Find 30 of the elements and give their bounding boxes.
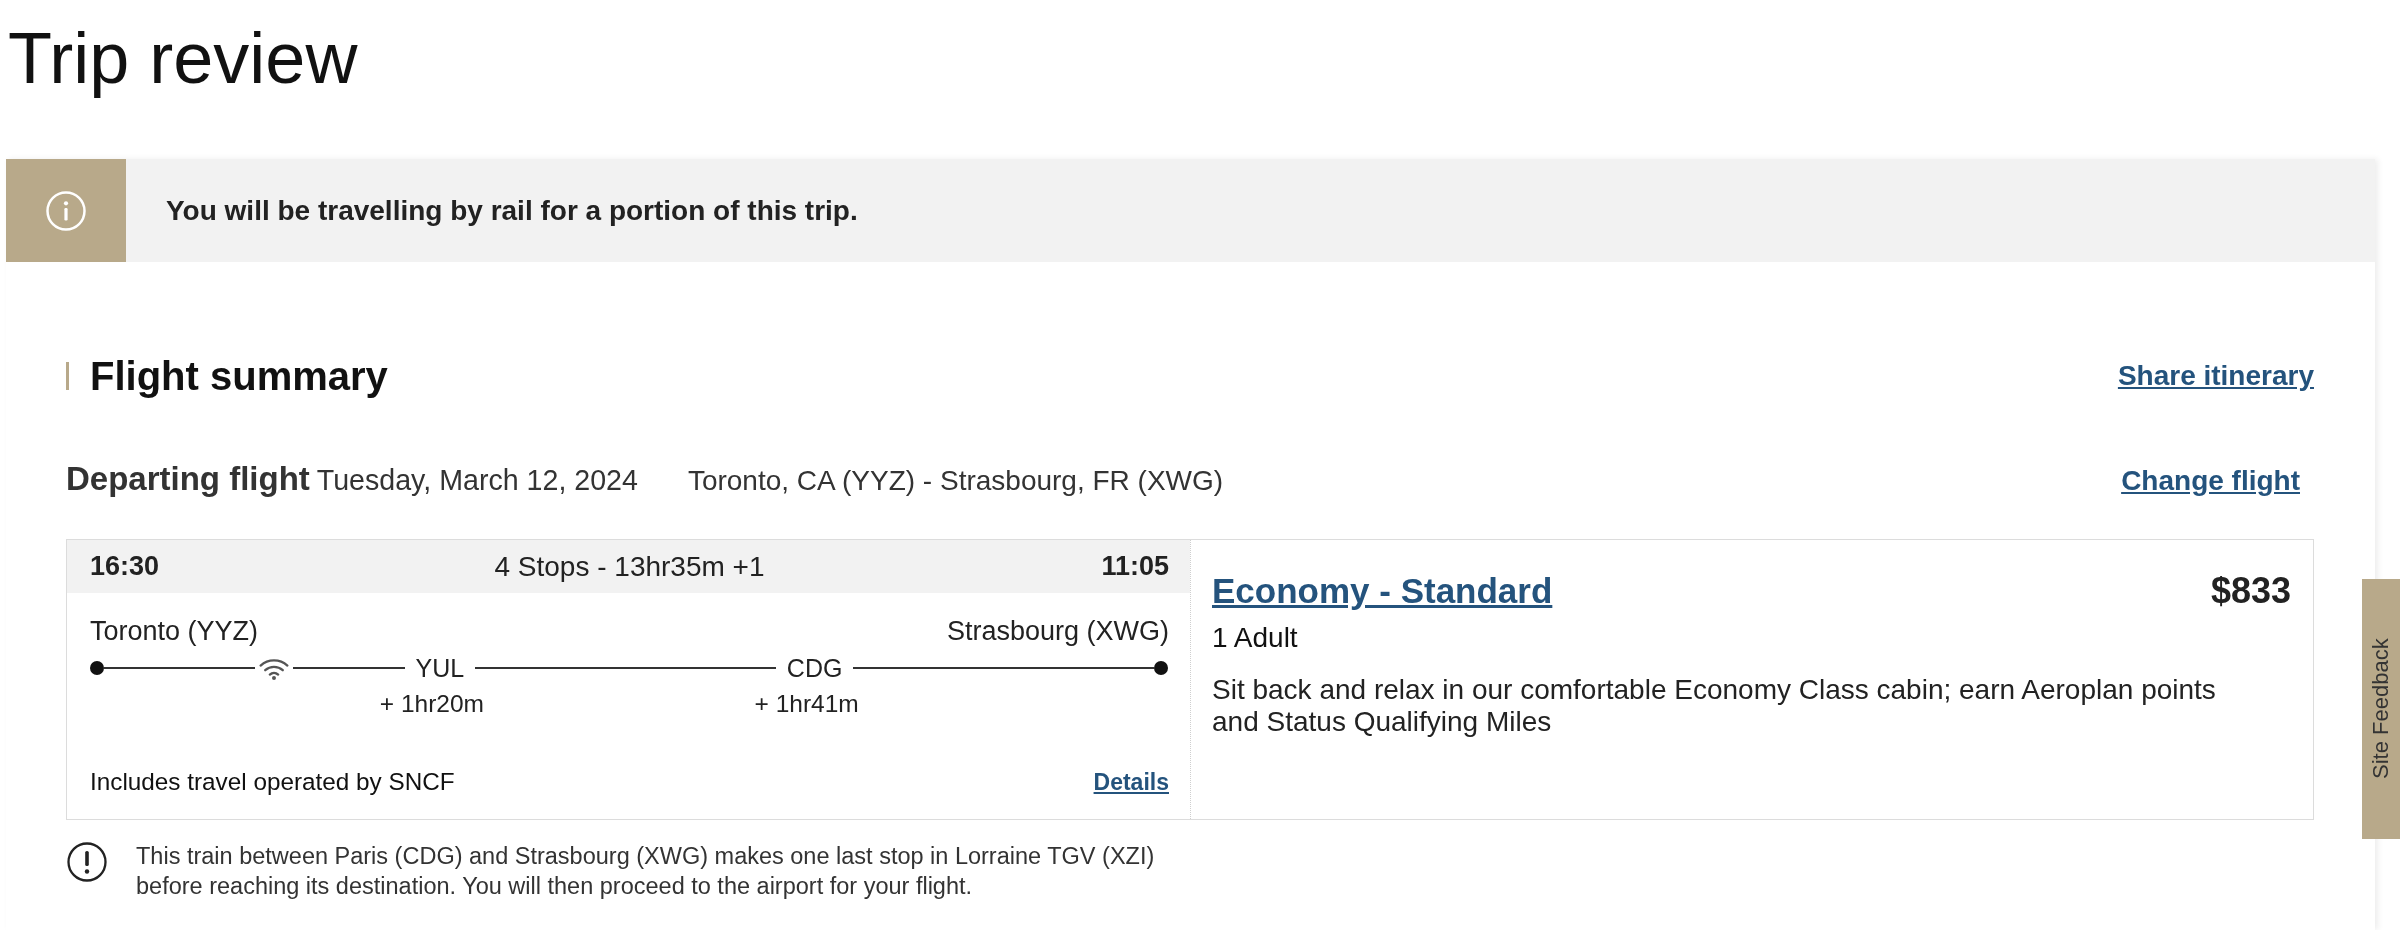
departure-date: Tuesday, March 12, 2024 [316, 463, 638, 498]
passenger-count: 1 Adult [1212, 621, 1298, 655]
arrival-time: 11:05 [1101, 551, 1169, 582]
layover-time: + 1hr41m [754, 690, 859, 718]
fare-price: $833 [2210, 570, 2291, 612]
origin-city: Toronto (YYZ) [90, 615, 259, 648]
stop-code: CDG [786, 653, 843, 684]
cabin-link[interactable]: Economy - Standard [1212, 569, 1553, 613]
alert-icon [67, 842, 107, 882]
destination-city: Strasbourg (XWG) [946, 615, 1169, 648]
banner-message: You will be travelling by rail for a portion of this trip. [166, 194, 858, 227]
info-icon [46, 190, 86, 231]
dot-icon [90, 661, 104, 675]
stop-code: YUL [415, 653, 465, 684]
details-link[interactable]: Details [1093, 768, 1169, 796]
train-notice-text: This train between Paris (CDG) and Strasbourg (XWG) makes one last stop in Lorraine TGV (XZI) before reaching its destination. You will then proceed to the airport for your flight. [136, 842, 1156, 901]
departure-time: 16:30 [90, 551, 160, 582]
route-text: Toronto, CA (YYZ) - Strasbourg, FR (XWG) [687, 464, 1224, 498]
layover-time: + 1hr20m [379, 690, 484, 718]
site-feedback-tab[interactable]: Site Feedback [2362, 579, 2400, 839]
fare-description: Sit back and relax in our comfortable Economy Class cabin; earn Aeroplan points and Status Qualifying Miles [1212, 674, 2217, 738]
departing-label: Departing flight [66, 459, 310, 499]
share-itinerary-link[interactable]: Share itinerary [2117, 360, 2314, 392]
stops-summary: 4 Stops - 13hr35m +1 [494, 550, 765, 583]
section-heading: Flight summary [90, 353, 388, 400]
change-flight-link[interactable]: Change flight [2121, 465, 2300, 497]
heading-accent-bar [66, 362, 69, 390]
operator-note: Includes travel operated by SNCF [90, 768, 455, 796]
dot-icon [1154, 661, 1168, 675]
page-title: Trip review [8, 17, 359, 100]
